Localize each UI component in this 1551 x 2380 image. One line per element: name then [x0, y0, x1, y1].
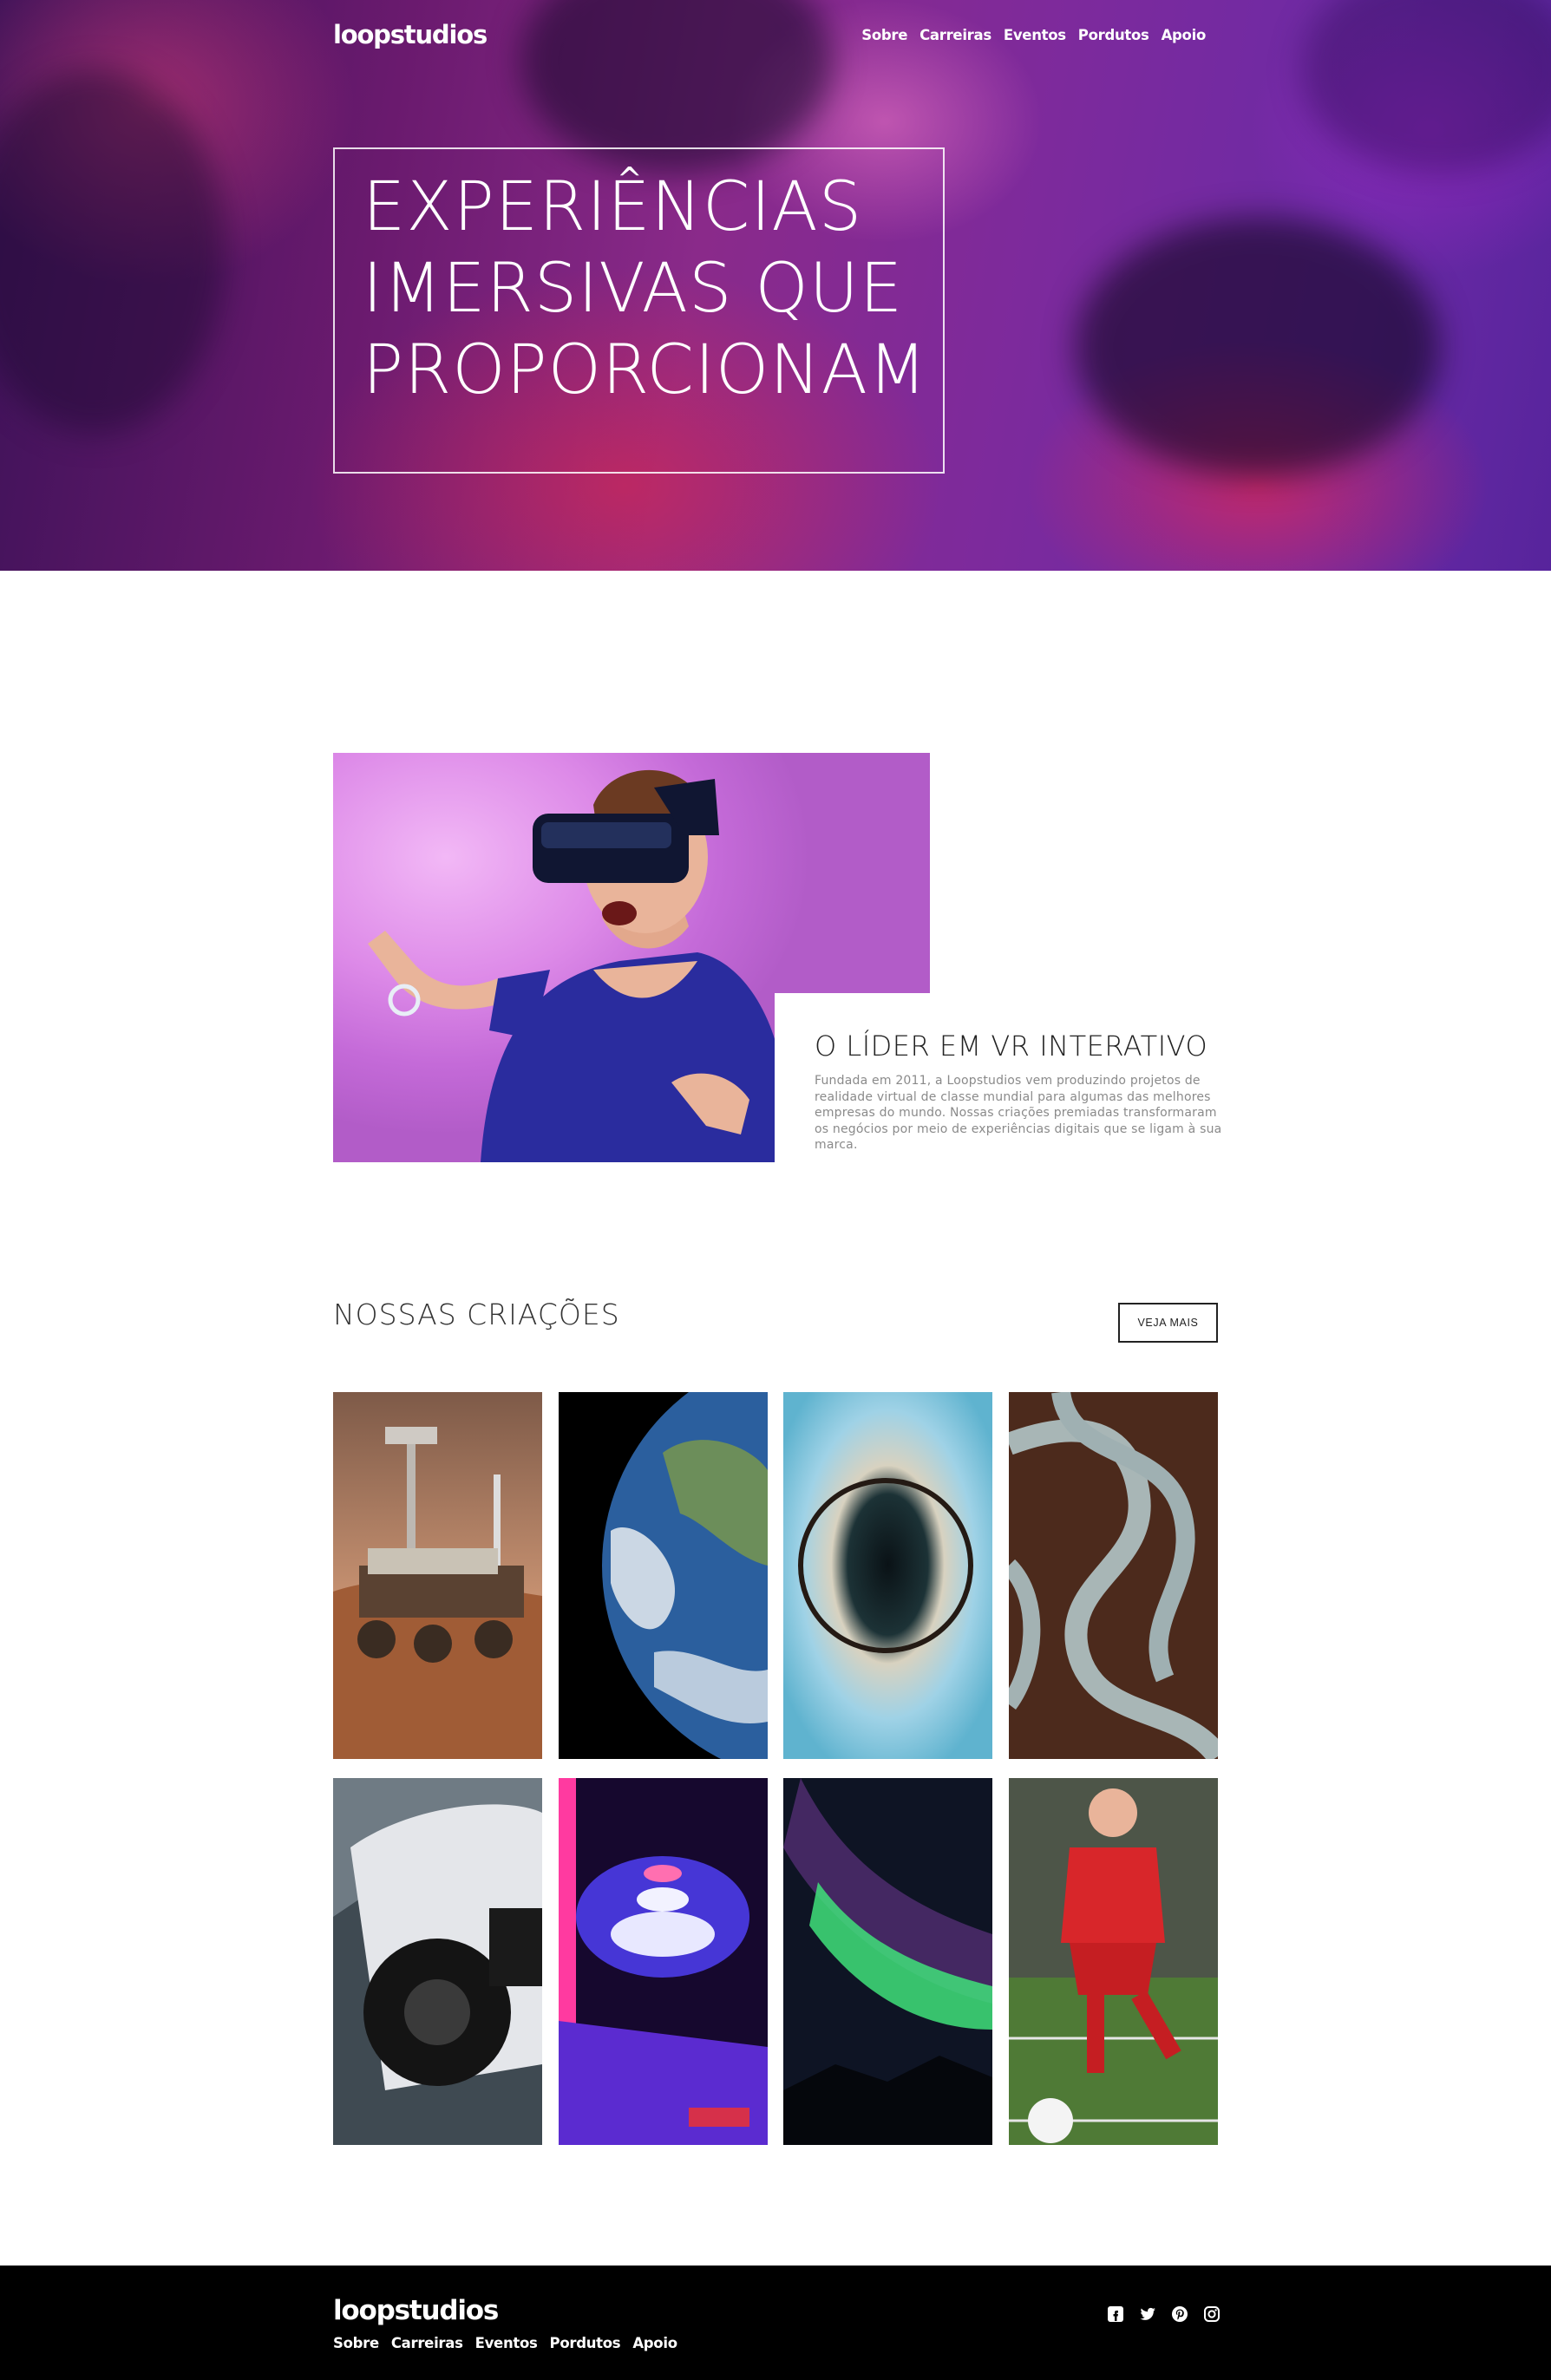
hero-title-box: EXPERIÊNCIAS IMERSIVAS QUE PROPORCIONAM	[333, 147, 945, 474]
footer-link-apoio[interactable]: Apoio	[632, 2335, 677, 2351]
nav-link-apoio[interactable]: Apoio	[1162, 27, 1207, 43]
footer-link-pordutos[interactable]: Pordutos	[550, 2335, 621, 2351]
top-navbar: loopstudios Sobre Carreiras Eventos Pord…	[333, 16, 1218, 54]
social-links	[1107, 2305, 1221, 2323]
creation-tile-aerial-roads[interactable]	[1009, 1392, 1218, 1759]
main-nav: Sobre Carreiras Eventos Pordutos Apoio	[861, 27, 1206, 43]
see-more-button[interactable]: VEJA MAIS	[1118, 1303, 1218, 1343]
nav-link-carreiras[interactable]: Carreiras	[919, 27, 991, 43]
twitter-icon[interactable]	[1139, 2305, 1156, 2323]
nav-link-eventos[interactable]: Eventos	[1004, 27, 1066, 43]
intro-heading: O LÍDER EM VR INTERATIVO	[815, 1030, 1208, 1062]
intro-text: Fundada em 2011, a Loopstudios vem produ…	[815, 1074, 1222, 1152]
creation-tile-aurora[interactable]	[783, 1778, 992, 2145]
creation-tile-soccer[interactable]	[1009, 1778, 1218, 2145]
footer-link-carreiras[interactable]: Carreiras	[391, 2335, 463, 2351]
hero-section: loopstudios Sobre Carreiras Eventos Pord…	[0, 0, 1551, 571]
footer-nav: Sobre Carreiras Eventos Pordutos Apoio	[333, 2335, 677, 2351]
intro-card: O LÍDER EM VR INTERATIVO Fundada em 2011…	[775, 993, 1226, 1167]
hero-shadow	[1301, 0, 1551, 173]
facebook-icon[interactable]	[1107, 2305, 1124, 2323]
footer: loopstudios Sobre Carreiras Eventos Pord…	[0, 2266, 1551, 2380]
creation-tile-mars-rover[interactable]	[333, 1392, 542, 1759]
creation-tile-earth[interactable]	[559, 1392, 768, 1759]
creation-tile-arcade[interactable]	[559, 1778, 768, 2145]
nav-link-sobre[interactable]: Sobre	[861, 27, 907, 43]
creation-tile-race-car[interactable]	[333, 1778, 542, 2145]
footer-link-sobre[interactable]: Sobre	[333, 2335, 379, 2351]
creations-title: NOSSAS CRIAÇÕES	[333, 1298, 620, 1331]
hero-shadow	[1076, 217, 1440, 477]
nav-link-pordutos[interactable]: Pordutos	[1078, 27, 1149, 43]
hero-shadow	[0, 69, 226, 434]
footer-link-eventos[interactable]: Eventos	[475, 2335, 538, 2351]
pinterest-icon[interactable]	[1171, 2305, 1188, 2323]
brand-logo[interactable]: loopstudios	[333, 20, 488, 49]
instagram-icon[interactable]	[1203, 2305, 1221, 2323]
footer-logo[interactable]: loopstudios	[333, 2295, 499, 2326]
hero-title: EXPERIÊNCIAS IMERSIVAS QUE PROPORCIONAM	[363, 168, 928, 409]
creation-tile-tiny-planet[interactable]	[783, 1392, 992, 1759]
